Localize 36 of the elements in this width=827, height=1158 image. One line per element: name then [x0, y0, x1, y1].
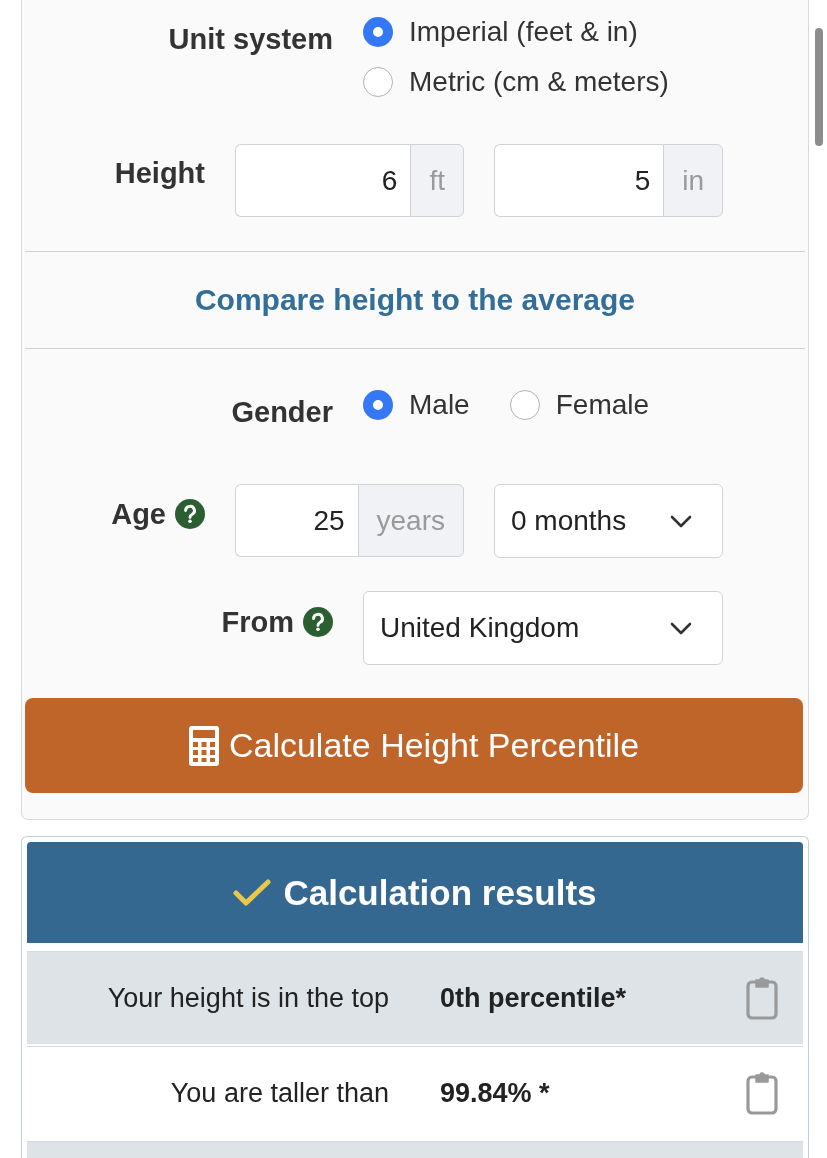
form-label: From — [221, 605, 294, 639]
number-input[interactable]: 6 — [235, 144, 411, 217]
row-value: 99.84% * — [440, 1077, 550, 1109]
calculate-button[interactable]: Calculate Height Percentile — [25, 698, 803, 793]
unit-addon: years — [357, 484, 464, 557]
section-heading: Compare height to the average — [193, 282, 637, 318]
form-label: Gender — [231, 395, 333, 429]
results-title: Calculation results — [283, 872, 597, 913]
clipboard-icon[interactable] — [746, 976, 778, 1020]
row-label: You are taller than — [170, 1077, 389, 1109]
number-input[interactable]: 5 — [494, 144, 664, 217]
check-icon — [233, 877, 272, 908]
unit-addon: in — [663, 144, 723, 217]
radio-label[interactable]: Imperial (feet & in) — [409, 16, 638, 48]
radio-label[interactable]: Female — [555, 389, 650, 421]
row-value: 0th percentile* — [440, 982, 627, 1014]
form-label: Age — [111, 497, 166, 531]
radio-button[interactable] — [363, 390, 393, 420]
dropdown-select[interactable]: United Kingdom — [363, 591, 723, 665]
form-label: Unit system — [168, 22, 333, 56]
unit-addon: ft — [410, 144, 464, 217]
clipboard-icon[interactable] — [746, 1071, 778, 1115]
dropdown-select[interactable]: 0 months — [494, 484, 723, 558]
number-input[interactable]: 25 — [235, 484, 358, 557]
radio-label[interactable]: Metric (cm & meters) — [409, 66, 669, 98]
calculator-icon — [188, 725, 219, 766]
chevron-down-icon — [670, 621, 692, 635]
form-label: Height — [114, 156, 205, 190]
chevron-down-icon — [670, 514, 692, 528]
help-icon[interactable] — [303, 607, 333, 637]
radio-label[interactable]: Male — [409, 389, 470, 421]
radio-button[interactable] — [509, 390, 540, 420]
radio-button[interactable] — [363, 67, 393, 97]
help-icon[interactable] — [175, 499, 205, 529]
radio-button[interactable] — [363, 17, 393, 47]
row-label: Your height is in the top — [107, 982, 389, 1014]
